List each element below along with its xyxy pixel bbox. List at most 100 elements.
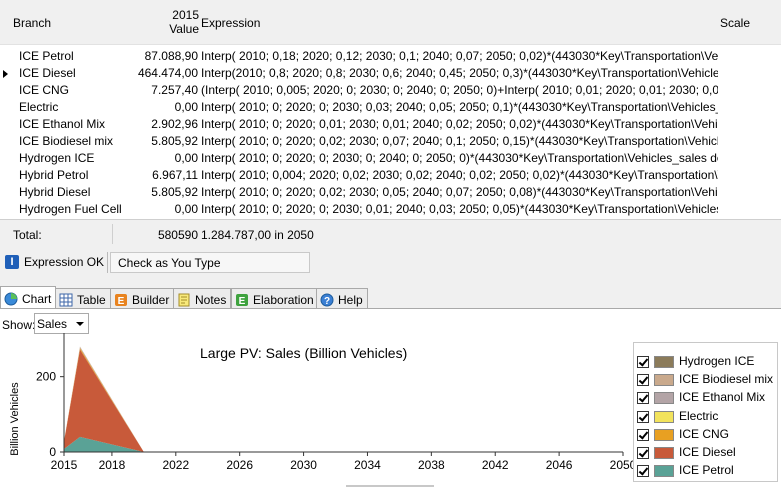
legend-swatch [654, 374, 674, 387]
header-scale[interactable]: Scale [720, 16, 750, 30]
tab-notes-label: Notes [195, 293, 227, 307]
tab-help[interactable]: ? Help [316, 288, 368, 309]
cell-expression[interactable]: Interp(2010; 0,8; 2020; 0,8; 2030; 0,6; … [201, 65, 718, 82]
tab-help-label: Help [338, 293, 363, 307]
header-branch[interactable]: Branch [13, 16, 51, 30]
table-row[interactable]: ICE Petrol 87.088,90 Interp( 2010; 0,18; 2… [0, 48, 781, 65]
header-expression[interactable]: Expression [201, 16, 260, 30]
view-tabs: Chart Table E Builder Notes E Elaboratio… [0, 286, 781, 309]
svg-text:E: E [118, 296, 125, 307]
totals-label: Total: [13, 228, 42, 242]
elaboration-icon: E [235, 293, 249, 307]
grid-divider[interactable] [0, 219, 781, 220]
tab-chart-label: Chart [22, 292, 52, 306]
legend-label: ICE CNG [679, 426, 730, 441]
table-row[interactable]: ICE CNG 7.257,40 (Interp( 2010; 0,005; 202… [0, 82, 781, 99]
cell-expression[interactable]: Interp( 2010; 0,004; 2020; 0,02; 2030; 0… [201, 167, 718, 184]
tab-elaboration[interactable]: E Elaboration [231, 288, 319, 309]
legend-checkbox[interactable] [637, 410, 649, 423]
legend-label: ICE Petrol [679, 463, 734, 478]
cell-expression[interactable]: Interp( 2010; 0; 2020; 0,02; 2030; 0,05;… [201, 184, 718, 201]
table-row[interactable]: Hydrogen ICE 0,00 Interp( 2010; 0; 2020; 0… [0, 150, 781, 167]
legend-checkbox[interactable] [637, 392, 649, 405]
legend-item[interactable]: ICE CNG [634, 426, 779, 443]
legend-label: Electric [679, 408, 719, 423]
status-divider [107, 252, 108, 273]
cell-branch: Hydrogen Fuel Cell [19, 202, 122, 216]
y-tick-label: 0 [49, 445, 56, 459]
legend-checkbox[interactable] [637, 356, 649, 368]
cell-expression[interactable]: Interp( 2010; 0; 2020; 0,01; 2030; 0,01;… [201, 116, 718, 133]
legend-checkbox[interactable] [637, 447, 649, 459]
tab-chart[interactable]: Chart [0, 286, 57, 309]
cell-value: 0,00 [174, 202, 198, 216]
chart-title: Large PV: Sales (Billion Vehicles) [200, 345, 408, 361]
chart-legend: Hydrogen ICE ICE Biodiesel mix ICE Ethanol… [633, 342, 778, 482]
tab-table-label: Table [77, 293, 106, 307]
header-value[interactable]: 2015 Value [155, 8, 199, 36]
cell-expression[interactable]: Interp( 2010; 0,18; 2020; 0,12; 2030; 0,… [201, 48, 718, 65]
legend-checkbox[interactable] [637, 428, 649, 441]
legend-swatch [654, 356, 674, 368]
tab-builder[interactable]: E Builder [110, 288, 175, 309]
area-series [64, 346, 623, 452]
x-tick-label: 2030 [290, 458, 317, 472]
table-row[interactable]: Hybrid Petrol 6.967,11 Interp( 2010; 0,004… [0, 167, 781, 184]
cell-expression[interactable]: (Interp( 2010; 0,005; 2020; 0; 2030; 0; … [201, 82, 718, 99]
legend-item[interactable]: ICE Petrol [634, 462, 779, 479]
x-tick-label: 2026 [226, 458, 253, 472]
cell-branch: Hydrogen ICE [19, 151, 95, 165]
cell-value: 6.967,11 [152, 168, 198, 182]
table-row[interactable]: Hydrogen Fuel Cell 0,00 Interp( 2010; 0; 2… [0, 201, 781, 218]
cell-value: 0,00 [174, 100, 198, 114]
legend-label: Hydrogen ICE [679, 354, 755, 368]
area-series [64, 347, 623, 452]
table-row[interactable]: ICE Diesel 464.474,00 Interp(2010; 0,8; 20… [0, 65, 781, 82]
tab-elaboration-label: Elaboration [253, 293, 314, 307]
expression-grid: Branch 2015 Value Expression Scale ICE P… [0, 0, 781, 219]
x-tick-label: 2034 [354, 458, 381, 472]
chart-pane: Show: Sales 2015 2018 2022 2026 2030 2034 2038… [0, 309, 781, 487]
tab-table[interactable]: Table [55, 288, 111, 309]
cell-branch: ICE CNG [19, 83, 70, 97]
cell-expression[interactable]: Interp( 2010; 0; 2020; 0,02; 2030; 0,07;… [201, 133, 718, 150]
table-row[interactable]: ICE Ethanol Mix 2.902,96 Interp( 2010; 0; … [0, 116, 781, 133]
info-icon: I [5, 255, 19, 269]
x-tick-label: 2015 [51, 458, 78, 472]
y-tick-label: 200 [36, 370, 56, 384]
cell-expression[interactable]: Interp( 2010; 0; 2020; 0; 2030; 0,03; 20… [201, 99, 718, 116]
x-tick-label: 2042 [482, 458, 509, 472]
cell-branch: Hybrid Diesel [19, 185, 91, 199]
area-series [64, 348, 623, 452]
table-row[interactable]: ICE Biodiesel mix 5.805,92 Interp( 2010; 0… [0, 133, 781, 150]
table-icon [59, 293, 73, 307]
legend-item[interactable]: Electric [634, 408, 779, 425]
legend-checkbox[interactable] [637, 465, 649, 478]
totals-divider [112, 224, 113, 244]
table-row[interactable]: Electric 0,00 Interp( 2010; 0; 2020; 0; 20… [0, 99, 781, 116]
legend-item[interactable]: ICE Biodiesel mix [634, 371, 779, 388]
chart-plot: 2015 2018 2022 2026 2030 2034 2038 2042 2046 2050… [36, 333, 637, 472]
cell-branch: Hybrid Petrol [19, 168, 89, 182]
cell-expression[interactable]: Interp( 2010; 0; 2020; 0; 2030; 0,01; 20… [201, 201, 718, 218]
area-series [64, 346, 623, 452]
tab-notes[interactable]: Notes [173, 288, 232, 309]
check-as-you-type-button[interactable]: Check as You Type [110, 252, 310, 273]
cell-value: 2.902,96 [151, 117, 198, 131]
x-tick-label: 2038 [418, 458, 445, 472]
legend-swatch [654, 465, 674, 478]
table-row[interactable]: Hybrid Diesel 5.805,92 Interp( 2010; 0; 20… [0, 184, 781, 201]
chart-icon [4, 292, 18, 306]
legend-label: ICE Diesel [679, 445, 736, 459]
legend-item[interactable]: ICE Ethanol Mix [634, 389, 779, 406]
cell-expression[interactable]: Interp( 2010; 0; 2020; 0; 2030; 0; 2040;… [201, 150, 718, 167]
legend-checkbox[interactable] [637, 374, 649, 387]
cell-value: 87.088,90 [144, 49, 198, 63]
x-tick-label: 2022 [162, 458, 189, 472]
svg-text:?: ? [324, 296, 330, 307]
legend-item[interactable]: Hydrogen ICE [634, 353, 779, 370]
x-tick-label: 2018 [99, 458, 126, 472]
grid-header: Branch 2015 Value Expression Scale [0, 0, 781, 45]
cell-value: 464.474,00 [137, 66, 198, 80]
legend-item[interactable]: ICE Diesel [634, 444, 779, 461]
